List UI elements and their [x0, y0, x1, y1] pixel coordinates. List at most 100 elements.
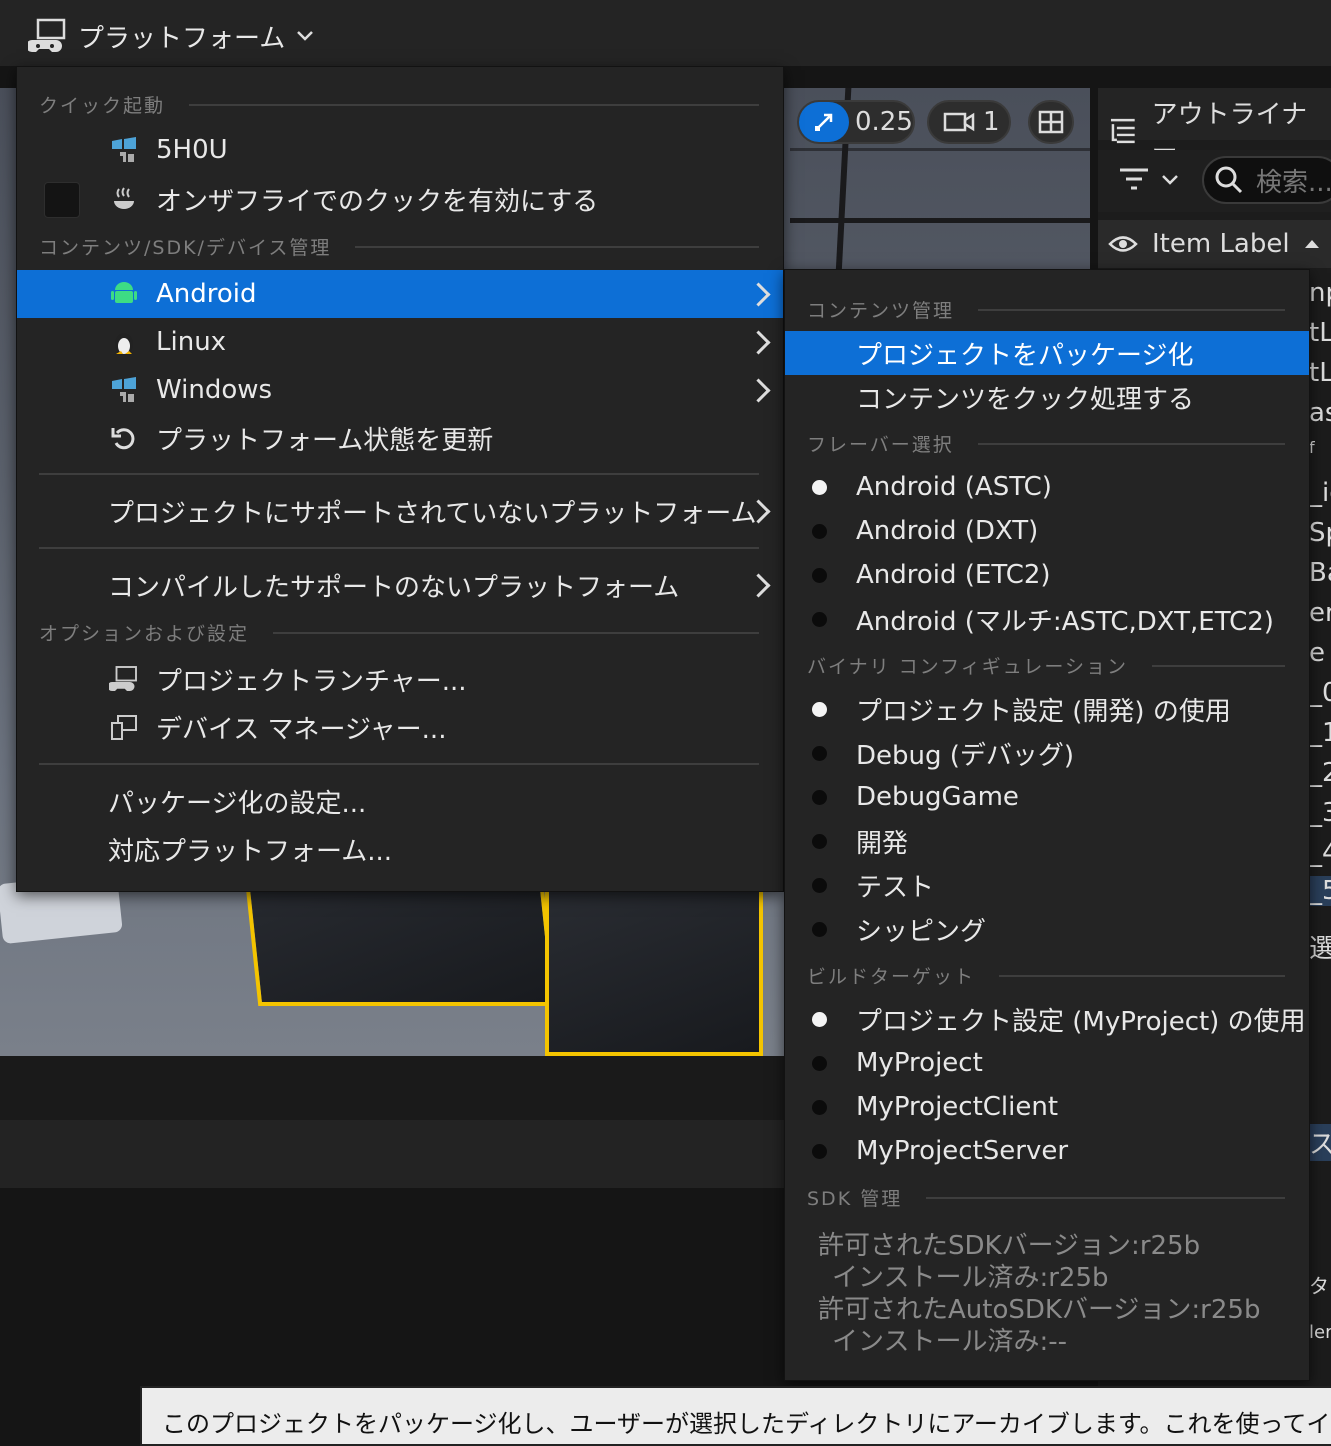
menu-item-unsupported-project-platforms[interactable]: プロジェクトにサポートされていないプラットフォーム	[17, 487, 783, 535]
menu-item-packaging-settings[interactable]: パッケージ化の設定...	[17, 777, 783, 825]
android-icon	[109, 279, 139, 309]
outliner-row[interactable]: np	[1309, 278, 1331, 308]
windows-unreal-icon	[109, 375, 139, 405]
item-label-column: Item Label	[1152, 229, 1290, 259]
camera-speed-button[interactable]: 1	[927, 100, 1011, 144]
camera-speed-value: 1	[983, 107, 1000, 137]
menu-item-supported-platforms[interactable]: 対応プラットフォーム...	[17, 825, 783, 873]
viewport-layout-button[interactable]	[1028, 100, 1074, 144]
chevron-right-icon	[746, 377, 771, 403]
menu-item-project-launcher[interactable]: プロジェクトランチャー...	[17, 655, 783, 703]
radio-target-myprojectserver[interactable]: MyProjectServer	[785, 1129, 1309, 1173]
radio-unselected-icon	[812, 1144, 827, 1159]
chevron-right-icon	[746, 281, 771, 307]
section-options: オプションおよび設定	[39, 619, 759, 646]
details-label: タ	[1309, 1274, 1329, 1298]
radio-binary-project-default[interactable]: プロジェクト設定 (開発) の使用	[785, 687, 1309, 731]
search-icon	[1215, 166, 1243, 194]
radio-selected-icon	[812, 702, 827, 717]
autosdk-installed-version: インストール済み:--	[832, 1327, 1068, 1357]
eye-icon	[1108, 236, 1138, 252]
grid-layout-icon	[1038, 110, 1064, 134]
radio-selected-icon	[812, 1012, 827, 1027]
menu-item-cook-content[interactable]: コンテンツをクック処理する	[785, 375, 1309, 419]
radio-binary-debuggame[interactable]: DebugGame	[785, 775, 1309, 819]
snap-scale-toggle[interactable]: 0.25	[797, 100, 915, 144]
outliner-row[interactable]: f	[1309, 438, 1331, 457]
linux-penguin-icon	[109, 327, 139, 357]
details-tab[interactable]: 選折	[1309, 928, 1331, 965]
filter-icon	[1120, 168, 1148, 190]
outliner-row[interactable]: _1	[1309, 718, 1331, 748]
outliner-icon	[1110, 118, 1135, 144]
menu-separator	[39, 763, 759, 765]
radio-unselected-icon	[812, 1056, 827, 1071]
radio-flavor-dxt[interactable]: Android (DXT)	[785, 509, 1309, 553]
outliner-row-selected[interactable]: _5	[1309, 876, 1331, 906]
chevron-right-icon	[746, 572, 771, 598]
camera-icon	[943, 112, 975, 132]
menu-separator	[39, 547, 759, 549]
radio-binary-shipping[interactable]: シッピング	[785, 907, 1309, 951]
menu-item-linux[interactable]: Linux	[17, 318, 783, 366]
cook-on-fly-checkbox[interactable]	[44, 182, 80, 218]
section-content-management: コンテンツ管理	[807, 296, 1285, 323]
outliner-row[interactable]: Sp	[1309, 518, 1331, 548]
chevron-right-icon	[746, 329, 771, 355]
radio-target-project-default[interactable]: プロジェクト設定 (MyProject) の使用	[785, 997, 1309, 1041]
section-flavor: フレーバー選択	[807, 430, 1285, 457]
outliner-row[interactable]: _ig	[1309, 478, 1331, 508]
outliner-row[interactable]: as	[1309, 398, 1331, 428]
outliner-row[interactable]: _0	[1309, 678, 1331, 708]
refresh-icon	[109, 423, 139, 453]
radio-selected-icon	[812, 480, 827, 495]
outliner-column-header[interactable]: Item Label	[1098, 220, 1331, 268]
section-sdk-management: SDK 管理	[807, 1184, 1285, 1211]
radio-target-myproject[interactable]: MyProject	[785, 1041, 1309, 1085]
radio-unselected-icon	[812, 746, 827, 761]
outliner-row[interactable]: _4	[1309, 838, 1331, 868]
platforms-label: プラットフォーム	[78, 23, 286, 54]
tooltip: このプロジェクトをパッケージ化し、ユーザーが選択したディレクトリにアーカイブしま…	[140, 1386, 1331, 1446]
radio-unselected-icon	[812, 834, 827, 849]
details-button[interactable]: ス	[1309, 1124, 1331, 1161]
radio-binary-debug[interactable]: Debug (デバッグ)	[785, 731, 1309, 775]
radio-flavor-etc2[interactable]: Android (ETC2)	[785, 553, 1309, 597]
section-binary-configuration: バイナリ コンフィギュレーション	[807, 652, 1285, 679]
radio-unselected-icon	[812, 612, 827, 627]
details-label: ler	[1309, 1322, 1331, 1343]
radio-flavor-astc[interactable]: Android (ASTC)	[785, 465, 1309, 509]
radio-flavor-multi[interactable]: Android (マルチ:ASTC,DXT,ETC2)	[785, 597, 1309, 641]
outliner-search-input[interactable]: 検索...	[1202, 156, 1331, 204]
section-quick-launch: クイック起動	[39, 91, 759, 118]
menu-item-unsupported-compiled-platforms[interactable]: コンパイルしたサポートのないプラットフォーム	[17, 561, 783, 609]
filter-dropdown[interactable]	[1118, 166, 1180, 194]
radio-binary-test[interactable]: テスト	[785, 863, 1309, 907]
menu-separator	[39, 473, 759, 475]
gamepad-monitor-icon	[109, 664, 139, 694]
radio-unselected-icon	[812, 878, 827, 893]
chevron-down-icon	[297, 31, 314, 41]
menu-item-windows[interactable]: Windows	[17, 366, 783, 414]
platforms-button[interactable]: プラットフォーム	[28, 14, 315, 58]
sort-ascending-icon	[1304, 240, 1319, 248]
gamepad-monitor-icon	[28, 18, 66, 52]
menu-item-refresh-platform-status[interactable]: プラットフォーム状態を更新	[17, 414, 783, 462]
outliner-row[interactable]: e	[1309, 638, 1331, 668]
menu-item-device-manager[interactable]: デバイス マネージャー...	[17, 703, 783, 751]
menu-item-package-project[interactable]: プロジェクトをパッケージ化	[785, 331, 1309, 375]
section-content-sdk: コンテンツ/SDK/デバイス管理	[39, 233, 759, 260]
outliner-row[interactable]: _3	[1309, 798, 1331, 828]
menu-item-android[interactable]: Android	[17, 270, 783, 318]
menu-item-cook-on-fly[interactable]: オンザフライでのクックを有効にする	[17, 175, 783, 223]
radio-binary-development[interactable]: 開発	[785, 819, 1309, 863]
outliner-row[interactable]: Ba	[1309, 558, 1331, 588]
menu-item-device[interactable]: 5H0U	[17, 127, 783, 173]
section-build-target: ビルドターゲット	[807, 962, 1285, 989]
outliner-row[interactable]: _2	[1309, 758, 1331, 788]
outliner-row[interactable]: tL	[1309, 358, 1331, 388]
outliner-row[interactable]: er	[1309, 598, 1331, 628]
radio-target-myprojectclient[interactable]: MyProjectClient	[785, 1085, 1309, 1129]
chevron-down-icon	[1162, 175, 1178, 185]
outliner-row[interactable]: tL	[1309, 318, 1331, 348]
